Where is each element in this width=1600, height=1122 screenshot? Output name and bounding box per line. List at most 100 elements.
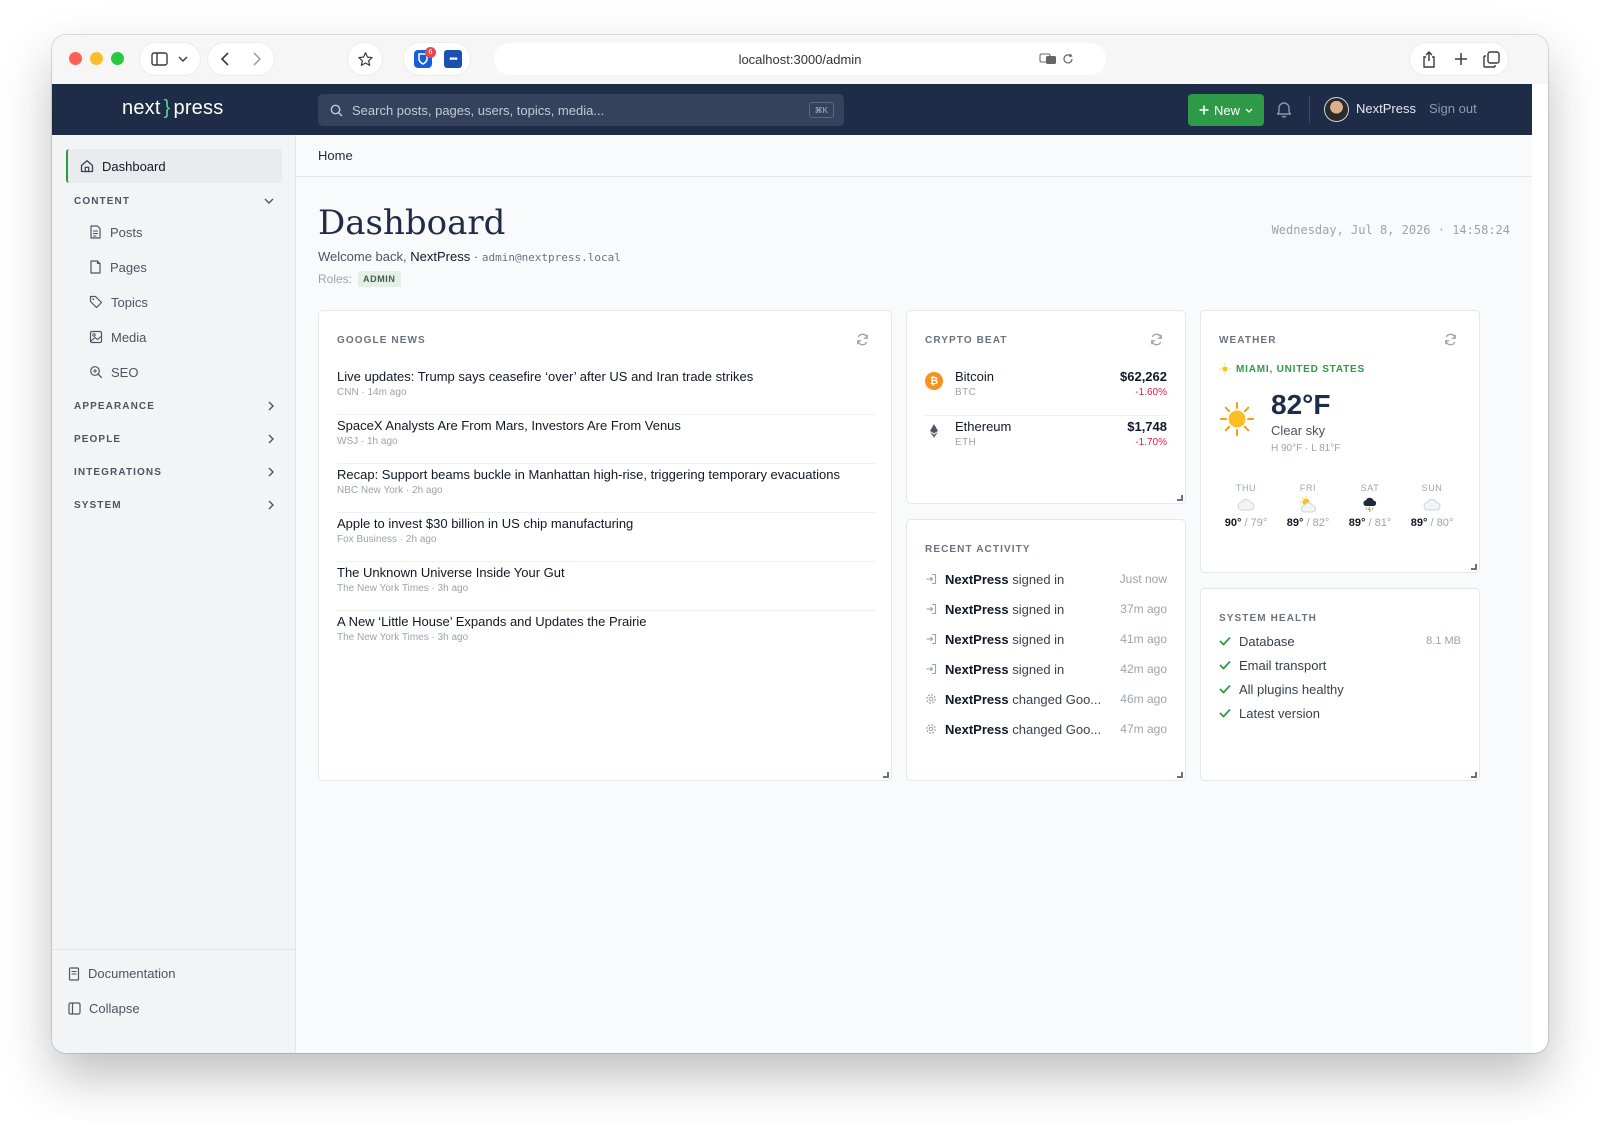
sidebar-section-system[interactable]: SYSTEM bbox=[74, 495, 274, 515]
welcome-prefix: Welcome back, bbox=[318, 249, 407, 264]
chevron-right-icon bbox=[268, 401, 274, 411]
coin-price: $1,748 bbox=[1127, 419, 1167, 434]
news-item[interactable]: The Unknown Universe Inside Your Gut The… bbox=[337, 561, 875, 611]
forward-icon[interactable] bbox=[246, 43, 268, 75]
admin-app: next} press Search posts, pages, users, t… bbox=[52, 84, 1548, 1053]
sidebar-item-label: Media bbox=[111, 329, 147, 345]
weather-condition: Clear sky bbox=[1271, 423, 1326, 438]
coin-row-ethereum[interactable]: Ethereum ETH $1,748 -1.70% bbox=[925, 417, 1167, 466]
chevron-right-icon bbox=[268, 467, 274, 477]
activity-item[interactable]: NextPress changed Goo... 47m ago bbox=[925, 719, 1167, 739]
news-item[interactable]: Live updates: Trump says ceasefire ‘over… bbox=[337, 365, 875, 415]
cloud-icon bbox=[1221, 495, 1271, 515]
ethereum-icon bbox=[925, 422, 943, 440]
activity-time: 42m ago bbox=[1120, 662, 1167, 676]
logo-text-left: next bbox=[122, 97, 161, 119]
roles-line: Roles: ADMIN bbox=[318, 271, 401, 287]
resize-handle[interactable] bbox=[1471, 772, 1477, 778]
close-window-button[interactable] bbox=[69, 52, 82, 65]
bitwarden-extension-icon[interactable]: 6 bbox=[412, 43, 436, 75]
activity-item[interactable]: NextPress signed in 41m ago bbox=[925, 629, 1167, 649]
notifications-bell-icon[interactable] bbox=[1276, 100, 1292, 123]
sign-out-link[interactable]: Sign out bbox=[1429, 101, 1477, 116]
avatar[interactable] bbox=[1324, 97, 1349, 122]
back-icon[interactable] bbox=[214, 43, 236, 75]
news-item[interactable]: SpaceX Analysts Are From Mars, Investors… bbox=[337, 414, 875, 464]
password-extension-icon[interactable]: ••• bbox=[442, 43, 464, 75]
new-button[interactable]: New bbox=[1188, 94, 1264, 126]
refresh-icon[interactable] bbox=[856, 333, 869, 351]
sidebar-toggle-icon[interactable] bbox=[148, 43, 170, 75]
role-badge: ADMIN bbox=[358, 271, 401, 287]
minimize-window-button[interactable] bbox=[90, 52, 103, 65]
sun-icon bbox=[1219, 401, 1255, 442]
address-bar[interactable]: localhost:3000/admin bbox=[494, 43, 1106, 75]
news-item[interactable]: Apple to invest $30 billion in US chip m… bbox=[337, 512, 875, 562]
chevron-down-icon[interactable] bbox=[174, 43, 192, 75]
activity-user: NextPress bbox=[945, 661, 1009, 677]
zoom-window-button[interactable] bbox=[111, 52, 124, 65]
sidebar-item-pages[interactable]: Pages bbox=[89, 256, 147, 278]
google-news-card: GOOGLE NEWS Live updates: Trump says cea… bbox=[318, 310, 892, 781]
forecast-high: 89° bbox=[1286, 517, 1304, 529]
sidebar-section-integrations[interactable]: INTEGRATIONS bbox=[74, 462, 274, 482]
forecast-low: / 79° bbox=[1244, 517, 1268, 529]
news-title: SpaceX Analysts Are From Mars, Investors… bbox=[337, 418, 681, 433]
sidebar-section-people[interactable]: PEOPLE bbox=[74, 429, 274, 449]
refresh-icon[interactable] bbox=[1444, 333, 1457, 351]
resize-handle[interactable] bbox=[1471, 564, 1477, 570]
refresh-icon[interactable] bbox=[1150, 333, 1163, 351]
health-label: All plugins healthy bbox=[1239, 681, 1344, 697]
url-text: localhost:3000/admin bbox=[738, 51, 862, 67]
sidebar-item-topics[interactable]: Topics bbox=[89, 291, 148, 313]
activity-item[interactable]: NextPress signed in Just now bbox=[925, 569, 1167, 589]
new-tab-icon[interactable] bbox=[1448, 43, 1474, 75]
health-item: All plugins healthy bbox=[1219, 680, 1461, 698]
activity-item[interactable]: NextPress signed in 42m ago bbox=[925, 659, 1167, 679]
cloud-icon bbox=[1407, 495, 1457, 515]
resize-handle[interactable] bbox=[1177, 495, 1183, 501]
news-meta: WSJ · 1h ago bbox=[337, 436, 398, 447]
sidebar-item-seo[interactable]: SEO bbox=[89, 361, 138, 383]
collapse-sidebar-button[interactable]: Collapse bbox=[68, 1001, 140, 1016]
forecast-high: 89° bbox=[1348, 517, 1366, 529]
sidebar-item-media[interactable]: Media bbox=[89, 326, 146, 348]
news-item[interactable]: Recap: Support beams buckle in Manhattan… bbox=[337, 463, 875, 513]
tab-overview-icon[interactable] bbox=[1478, 43, 1504, 75]
chevron-down-icon bbox=[264, 198, 274, 204]
news-meta: Fox Business · 2h ago bbox=[337, 534, 437, 545]
sidebar-section-content[interactable]: CONTENT bbox=[74, 191, 274, 211]
user-name[interactable]: NextPress bbox=[1356, 101, 1416, 116]
activity-action: changed Goo... bbox=[1012, 691, 1102, 707]
reload-icon[interactable] bbox=[1058, 43, 1078, 75]
sidebar-item-label: Posts bbox=[110, 224, 143, 240]
resize-handle[interactable] bbox=[1177, 772, 1183, 778]
translate-icon[interactable] bbox=[1038, 43, 1058, 75]
welcome-name: NextPress bbox=[410, 249, 471, 264]
sidebar-item-posts[interactable]: Posts bbox=[89, 221, 143, 243]
global-search-input[interactable]: Search posts, pages, users, topics, medi… bbox=[318, 94, 844, 126]
resize-handle[interactable] bbox=[883, 772, 889, 778]
forecast-low: / 82° bbox=[1306, 517, 1330, 529]
star-icon[interactable] bbox=[348, 43, 382, 75]
activity-item[interactable]: NextPress changed Goo... 46m ago bbox=[925, 689, 1167, 709]
activity-time: Just now bbox=[1119, 572, 1167, 586]
current-temperature: 82°F bbox=[1271, 389, 1331, 420]
share-icon[interactable] bbox=[1416, 43, 1442, 75]
logo[interactable]: next} press bbox=[122, 97, 223, 120]
activity-action: signed in bbox=[1012, 571, 1065, 587]
news-title: A New ‘Little House’ Expands and Updates… bbox=[337, 614, 647, 629]
weather-location: MIAMI, UNITED STATES bbox=[1219, 363, 1365, 375]
news-title: Live updates: Trump says ceasefire ‘over… bbox=[337, 369, 754, 384]
coin-row-bitcoin[interactable]: ₿ Bitcoin BTC $62,262 -1.60% bbox=[925, 367, 1167, 416]
sidebar-section-appearance[interactable]: APPEARANCE bbox=[74, 396, 274, 416]
documentation-link[interactable]: Documentation bbox=[68, 966, 175, 981]
breadcrumb-home[interactable]: Home bbox=[318, 148, 353, 163]
coin-change: -1.60% bbox=[1135, 387, 1167, 398]
card-title: WEATHER bbox=[1219, 335, 1277, 346]
activity-item[interactable]: NextPress signed in 37m ago bbox=[925, 599, 1167, 619]
news-item[interactable]: A New ‘Little House’ Expands and Updates… bbox=[337, 610, 875, 660]
sidebar-item-dashboard[interactable]: Dashboard bbox=[66, 149, 282, 183]
main-content: Home Dashboard Welcome back, NextPress ·… bbox=[296, 135, 1532, 1053]
activity-time: 46m ago bbox=[1120, 692, 1167, 706]
